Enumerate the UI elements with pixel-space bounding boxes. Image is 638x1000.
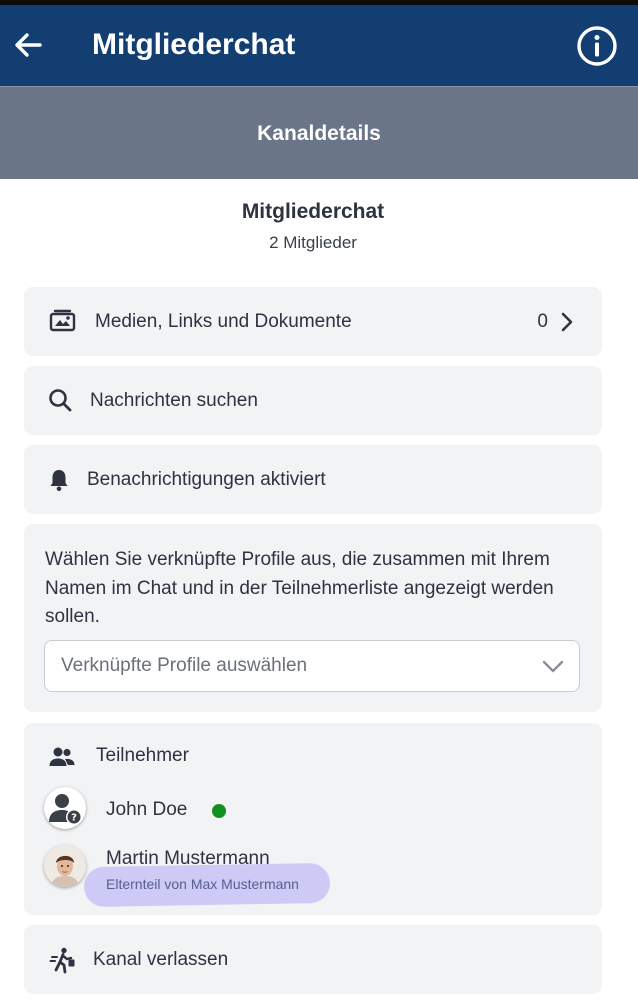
unknown-user-avatar[interactable]: ? bbox=[44, 787, 86, 829]
linked-profiles-select[interactable]: Verknüpfte Profile auswählen bbox=[44, 640, 580, 692]
leave-walking-icon bbox=[49, 947, 75, 974]
chevron-down-icon bbox=[542, 660, 564, 673]
participants-card: Teilnehmer ? John Doe Martin Mustermann … bbox=[24, 723, 602, 915]
participant-role: Elternteil von Max Mustermann bbox=[106, 876, 299, 892]
user-question-icon: ? bbox=[49, 794, 82, 825]
channel-name: Mitgliederchat bbox=[241, 200, 385, 223]
photo-avatar[interactable] bbox=[44, 845, 86, 887]
select-placeholder: Verknüpfte Profile auswählen bbox=[61, 655, 308, 676]
info-circle-icon[interactable] bbox=[576, 25, 618, 67]
participant-name: John Doe bbox=[106, 799, 188, 820]
app-title: Mitgliederchat bbox=[92, 28, 296, 61]
media-links-documents-row[interactable]: Medien, Links und Dokumente 0 bbox=[24, 287, 602, 356]
bell-icon bbox=[50, 470, 68, 492]
person-photo bbox=[44, 845, 86, 887]
chevron-right-icon bbox=[561, 312, 573, 332]
leave-label: Kanal verlassen bbox=[93, 949, 229, 970]
linked-profiles-card: Wählen Sie verknüpfte Profile aus, die z… bbox=[24, 524, 602, 712]
linked-profiles-description: Wählen Sie verknüpfte Profile aus, die z… bbox=[45, 549, 554, 627]
section-header: Kanaldetails bbox=[0, 86, 638, 179]
member-count: 2 Mitglieder bbox=[269, 233, 357, 252]
leave-channel-row[interactable]: Kanal verlassen bbox=[24, 925, 602, 994]
search-label: Nachrichten suchen bbox=[90, 390, 258, 411]
svg-text:?: ? bbox=[71, 813, 77, 824]
media-count: 0 bbox=[537, 311, 548, 332]
search-messages-row[interactable]: Nachrichten suchen bbox=[24, 366, 602, 435]
online-status-dot bbox=[212, 804, 226, 818]
notifications-label: Benachrichtigungen aktiviert bbox=[87, 469, 326, 490]
search-icon bbox=[49, 389, 72, 412]
arrow-left-icon[interactable] bbox=[12, 27, 44, 63]
notifications-row[interactable]: Benachrichtigungen aktiviert bbox=[24, 445, 602, 514]
media-documents-icon bbox=[49, 309, 76, 332]
participants-heading: Teilnehmer bbox=[96, 745, 189, 766]
app-bar: Mitgliederchat bbox=[0, 5, 638, 86]
media-label: Medien, Links und Dokumente bbox=[95, 311, 352, 332]
people-icon bbox=[49, 747, 75, 766]
